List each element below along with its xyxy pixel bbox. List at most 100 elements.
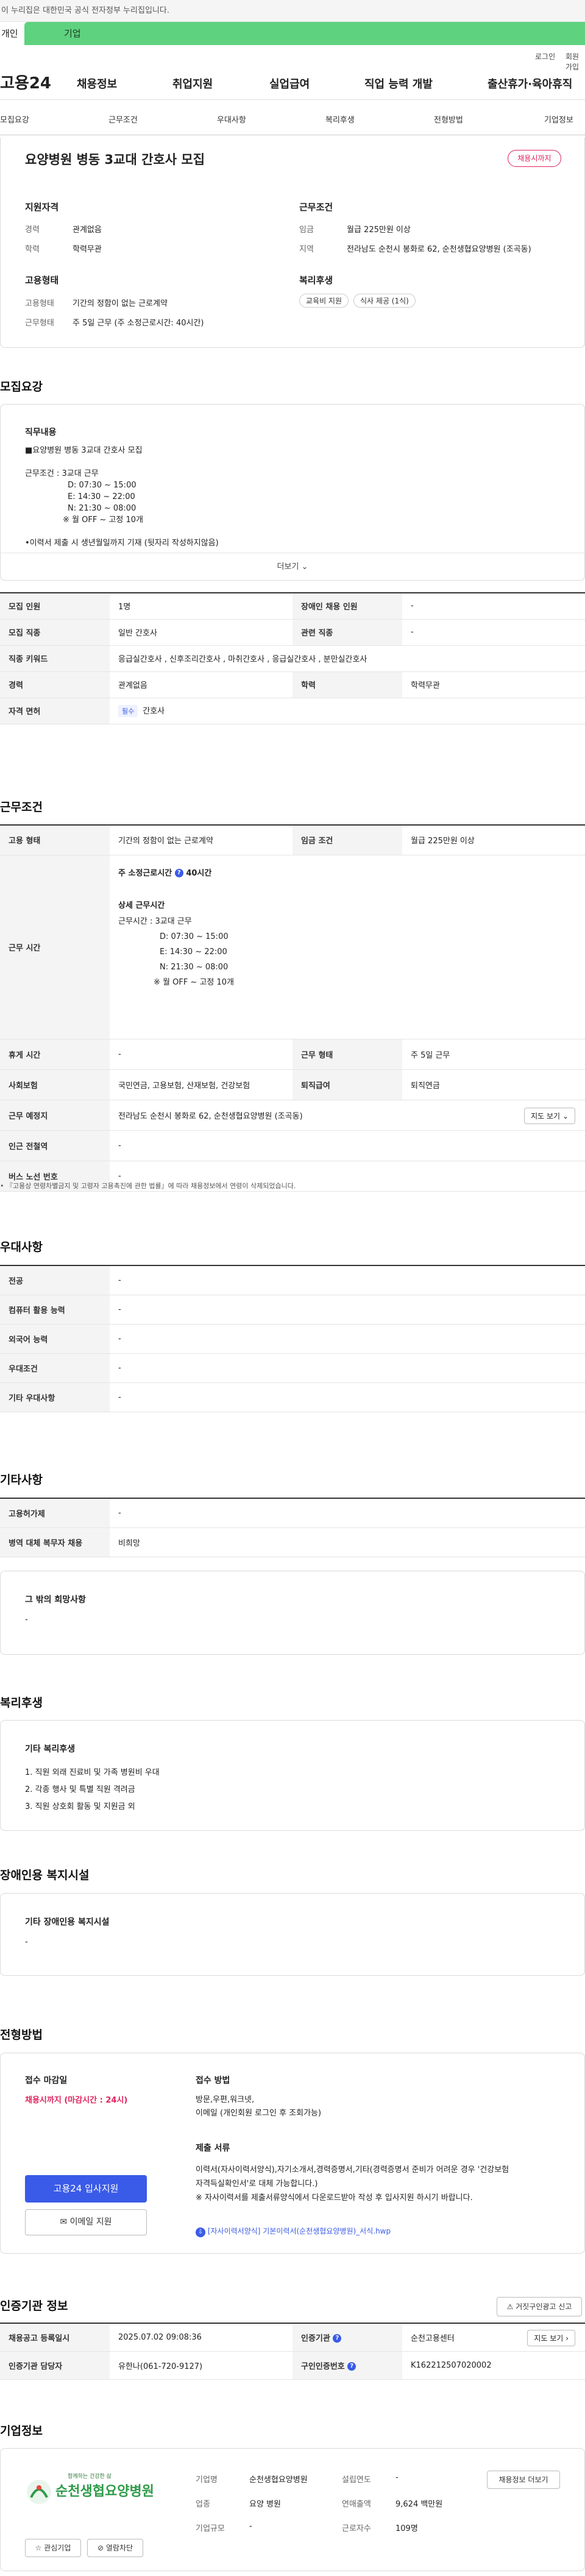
gnb-item-unemployment[interactable]: 실업급여	[269, 76, 310, 91]
recruit-table: 모집 인원 1명 장애인 채용 인원 - 모집 직종 일반 간호사 관련 직종 - 직종…	[0, 592, 585, 724]
global-nav: 고용24 채용정보 취업지원 실업급여 직업 능력 개발 출산휴가·육아휴직	[0, 63, 585, 100]
section-title-recruit: 모집요강	[0, 380, 43, 394]
apply-button[interactable]: 고용24 입사지원	[25, 2175, 147, 2203]
subnav-recruit[interactable]: 모집요강	[0, 113, 29, 125]
help-icon[interactable]: ?	[347, 2362, 356, 2371]
report-icon: ⚠	[506, 2302, 514, 2311]
table-header-cell: 고용 형태	[0, 824, 110, 855]
table-header-cell: 기타 우대사항	[0, 1382, 110, 1412]
table-header-cell: 인근 전철역	[0, 1130, 110, 1161]
attachment-icon: ⇩	[196, 2227, 205, 2237]
subnav-process[interactable]: 전형방법	[434, 113, 463, 125]
help-icon[interactable]: ?	[333, 2334, 342, 2343]
welfare-list: 1. 직원 외래 진료비 및 가족 병원비 우대 2. 각종 행사 및 특별 직…	[25, 1764, 160, 1816]
attachment-link[interactable]: ⇩ [자사이력서양식] 기본이력서(순천생협요양병원)_서식.hwp	[196, 2226, 391, 2237]
value: 전라남도 순천시 봉화로 62, 순천생협요양병원 (조곡동)	[347, 245, 531, 254]
weekly-hours-label: 주 소정근로시간	[118, 868, 172, 878]
table-cell: 일반 간호사	[110, 619, 292, 646]
label: 지역	[299, 245, 314, 254]
block-company-button[interactable]: ⊘ 열람차단	[87, 2539, 143, 2557]
section-title-workcond: 근무조건	[0, 801, 43, 814]
deadline-title: 접수 마감일	[25, 2076, 68, 2086]
subnav-company[interactable]: 기업정보	[544, 113, 573, 125]
table-row: 채용공고 등록일시 2025.07.02 09:08:36 인증기관 ? 순천고용…	[0, 2323, 585, 2352]
table-cell: 비희망	[110, 1527, 585, 1557]
site-logo[interactable]: 고용24	[0, 71, 51, 93]
table-cell: -	[110, 1130, 585, 1161]
map-button[interactable]: 지도 보기 ⌄	[524, 1107, 575, 1124]
gnb-item-jobs[interactable]: 채용정보	[77, 76, 117, 91]
disabled-card: 기타 장애인용 복지시설 -	[0, 1893, 585, 1976]
required-badge: 필수	[118, 705, 138, 717]
table-header-cell: 근무 형태	[292, 1039, 402, 1070]
etc-wish-value: -	[25, 1615, 28, 1624]
workcond-table: 고용 형태 기간의 정함이 없는 근로계약 임금 조건 월급 225만원 이상 근무…	[0, 824, 585, 1192]
subnav-welfare[interactable]: 복리후생	[325, 113, 355, 125]
gnb-item-leave[interactable]: 출산휴가·육아휴직	[488, 76, 572, 91]
block-label: 열람차단	[105, 2544, 133, 2552]
table-header-cell: 고용허가제	[0, 1498, 110, 1528]
job-desc-line: •이력서 제출 시 생년월일까지 기재 (뒷자리 작성하지않음)	[25, 539, 219, 548]
welfare-item: 3. 직원 상호회 활동 및 지원금 외	[25, 1802, 135, 1811]
method-line: 이메일 (개인회원 로그인 후 조회가능)	[196, 2109, 322, 2118]
report-button[interactable]: ⚠ 거짓구인광고 신고	[497, 2297, 582, 2316]
job-desc-line: 근무조건 : 3교대 근무	[25, 469, 99, 478]
help-icon[interactable]: ?	[174, 869, 183, 877]
hours-line: D: 07:30 ~ 15:00	[160, 932, 229, 941]
table-cell: 응급실간호사 , 신후조리간호사 , 마취간호사 , 응급실간호사 , 분만실간…	[110, 645, 585, 672]
login-link[interactable]: 로그인	[535, 51, 555, 62]
chevron-right-icon: ›	[566, 2334, 569, 2343]
gnb-item-training[interactable]: 직업 능력 개발	[364, 76, 433, 91]
table-header-cell: 퇴직급여	[292, 1069, 402, 1100]
logo-mark-icon	[25, 2478, 53, 2506]
emp-title: 고용형태	[25, 275, 59, 286]
member-tabs: 개인 기업	[0, 22, 585, 45]
favorite-label: 관심기업	[44, 2544, 71, 2552]
work-location: 전라남도 순천시 봉화로 62, 순천생협요양병원 (조곡동)	[118, 1111, 303, 1121]
favorite-company-button[interactable]: ☆ 관심기업	[25, 2539, 81, 2557]
table-header-cell: 직종 키워드	[0, 645, 110, 672]
chevron-down-icon: ⌄	[301, 562, 308, 571]
table-header-cell: 모집 인원	[0, 592, 110, 620]
company-jobs-button[interactable]: 채용정보 더보기	[487, 2471, 560, 2489]
value: 주 5일 근무 (주 소정근로시간: 40시간)	[73, 319, 204, 328]
table-row: 전공 -	[0, 1265, 585, 1295]
more-label: 더보기	[277, 562, 299, 571]
tab-personal[interactable]: 개인	[0, 22, 24, 45]
table-header-cell: 채용공고 등록일시	[0, 2323, 110, 2352]
mail-icon: ✉	[60, 2217, 68, 2227]
gnb-item-support[interactable]: 취업지원	[172, 76, 213, 91]
agency-map-button[interactable]: 지도 보기 ›	[527, 2330, 575, 2346]
table-row: 사회보험 국민연금, 고용보험, 산재보험, 건강보험 퇴직급여 퇴직연금	[0, 1069, 585, 1100]
table-cell: 주 5일 근무	[402, 1039, 585, 1070]
table-cell: -	[110, 1039, 292, 1070]
email-apply-button[interactable]: ✉ 이메일 지원	[25, 2209, 147, 2235]
welfare-card: 기타 복리후생 1. 직원 외래 진료비 및 가족 병원비 우대 2. 각종 행…	[0, 1720, 585, 1831]
more-button[interactable]: 더보기 ⌄	[1, 553, 584, 580]
subnav-pref[interactable]: 우대사항	[217, 113, 246, 125]
value: 학력무관	[73, 245, 102, 254]
cond-title: 근무조건	[299, 202, 333, 213]
table-row: 인증기관 담당자 유한나(061-720-9127) 구인인증번호 ? K1622…	[0, 2351, 585, 2380]
method-title: 접수 방법	[196, 2076, 230, 2086]
agency-label: 인증기관	[301, 2334, 330, 2343]
label: 연매출액	[342, 2500, 371, 2509]
etc-wish-card: 그 밖의 희망사항 -	[0, 1571, 585, 1655]
value: 관계없음	[73, 225, 102, 235]
table-row: 고용 형태 기간의 정함이 없는 근로계약 임금 조건 월급 225만원 이상	[0, 824, 585, 855]
logo-tagline: 함께하는 건강한 삶	[68, 2474, 112, 2480]
welfare-chip: 식사 제공 (1식)	[353, 294, 416, 308]
table-cell: -	[110, 1498, 585, 1528]
label: 업종	[196, 2500, 210, 2509]
table-cell: 관계없음	[110, 671, 292, 698]
table-header-cell: 근무 예정지	[0, 1100, 110, 1131]
table-row: 모집 인원 1명 장애인 채용 인원 -	[0, 592, 585, 620]
tab-company[interactable]: 기업	[24, 22, 585, 45]
docs-title: 제출 서류	[196, 2143, 230, 2153]
job-desc-line: N: 21:30 ~ 08:00	[68, 504, 136, 513]
table-row: 경력 관계없음 학력 학력무관	[0, 671, 585, 698]
subnav-workcond[interactable]: 근무조건	[108, 113, 138, 125]
table-row: 직종 키워드 응급실간호사 , 신후조리간호사 , 마취간호사 , 응급실간호사 …	[0, 645, 585, 672]
util-bar: 로그인 회원가입	[0, 45, 585, 71]
job-desc-line: ※ 월 OFF ~ 고정 10개	[63, 515, 144, 525]
